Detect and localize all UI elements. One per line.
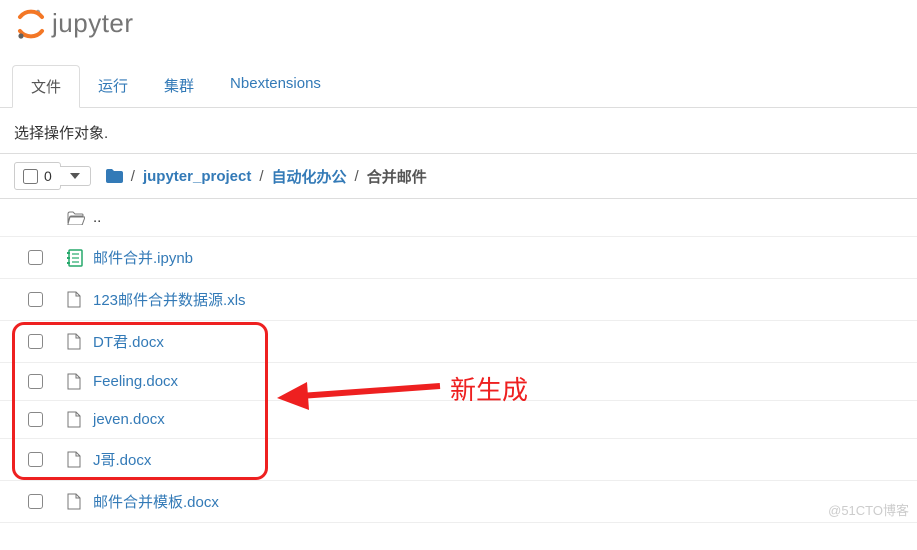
tab-clusters[interactable]: 集群 — [146, 65, 212, 107]
list-item[interactable]: 123邮件合并数据源.xls — [0, 279, 917, 321]
select-all-checkbox[interactable] — [23, 169, 38, 184]
tab-nbextensions[interactable]: Nbextensions — [212, 65, 339, 107]
jupyter-icon — [16, 9, 46, 39]
folder-open-icon — [67, 211, 85, 225]
row-checkbox[interactable] — [28, 452, 43, 467]
file-icon — [67, 451, 85, 468]
logo-text: jupyter — [52, 8, 134, 39]
list-item[interactable]: 邮件合并模板.docx — [0, 481, 917, 523]
list-item[interactable]: 邮件合并.ipynb — [0, 237, 917, 279]
row-checkbox[interactable] — [28, 334, 43, 349]
list-item[interactable]: jeven.docx — [0, 401, 917, 439]
breadcrumb-sep: / — [259, 168, 263, 185]
file-icon — [67, 493, 85, 510]
file-link[interactable]: J哥.docx — [93, 449, 151, 470]
list-item[interactable]: Feeling.docx — [0, 363, 917, 401]
select-all-button[interactable]: 0 — [14, 162, 61, 190]
file-icon — [67, 333, 85, 350]
select-dropdown-button[interactable] — [60, 166, 91, 186]
list-item[interactable]: J哥.docx — [0, 439, 917, 481]
file-link[interactable]: Feeling.docx — [93, 373, 178, 390]
breadcrumb-sep: / — [131, 168, 135, 185]
tabs: 文件 运行 集群 Nbextensions — [0, 65, 917, 108]
notebook-icon — [67, 249, 85, 267]
subheader: 选择操作对象. — [0, 108, 917, 153]
parent-dir-link[interactable]: .. — [93, 209, 101, 226]
breadcrumb-current: 合并邮件 — [367, 166, 427, 187]
folder-icon[interactable] — [105, 169, 123, 183]
file-link[interactable]: DT君.docx — [93, 331, 164, 352]
row-checkbox[interactable] — [28, 494, 43, 509]
row-checkbox[interactable] — [28, 250, 43, 265]
file-icon — [67, 291, 85, 308]
file-link[interactable]: 邮件合并模板.docx — [93, 491, 219, 512]
file-icon — [67, 411, 85, 428]
file-icon — [67, 373, 85, 390]
row-checkbox[interactable] — [28, 374, 43, 389]
breadcrumb: / jupyter_project / 自动化办公 / 合并邮件 — [105, 166, 427, 187]
header: jupyter — [0, 0, 917, 47]
tab-running[interactable]: 运行 — [80, 65, 146, 107]
caret-down-icon — [70, 172, 80, 180]
file-link[interactable]: jeven.docx — [93, 411, 165, 428]
tab-files[interactable]: 文件 — [12, 65, 80, 108]
toolbar: 0 / jupyter_project / 自动化办公 / 合并邮件 — [0, 153, 917, 199]
list-item-parent[interactable]: .. — [0, 199, 917, 237]
list-item[interactable]: DT君.docx — [0, 321, 917, 363]
file-list: .. 邮件合并.ipynb 123邮件合并数据源.xls DT君.docx Fe… — [0, 199, 917, 523]
breadcrumb-sep: / — [355, 168, 359, 185]
selected-count: 0 — [44, 168, 52, 184]
breadcrumb-link-1[interactable]: jupyter_project — [143, 168, 251, 185]
file-link[interactable]: 邮件合并.ipynb — [93, 247, 193, 268]
jupyter-logo[interactable]: jupyter — [16, 8, 134, 39]
file-link[interactable]: 123邮件合并数据源.xls — [93, 289, 246, 310]
row-checkbox[interactable] — [28, 412, 43, 427]
row-checkbox[interactable] — [28, 292, 43, 307]
breadcrumb-link-2[interactable]: 自动化办公 — [272, 166, 347, 187]
